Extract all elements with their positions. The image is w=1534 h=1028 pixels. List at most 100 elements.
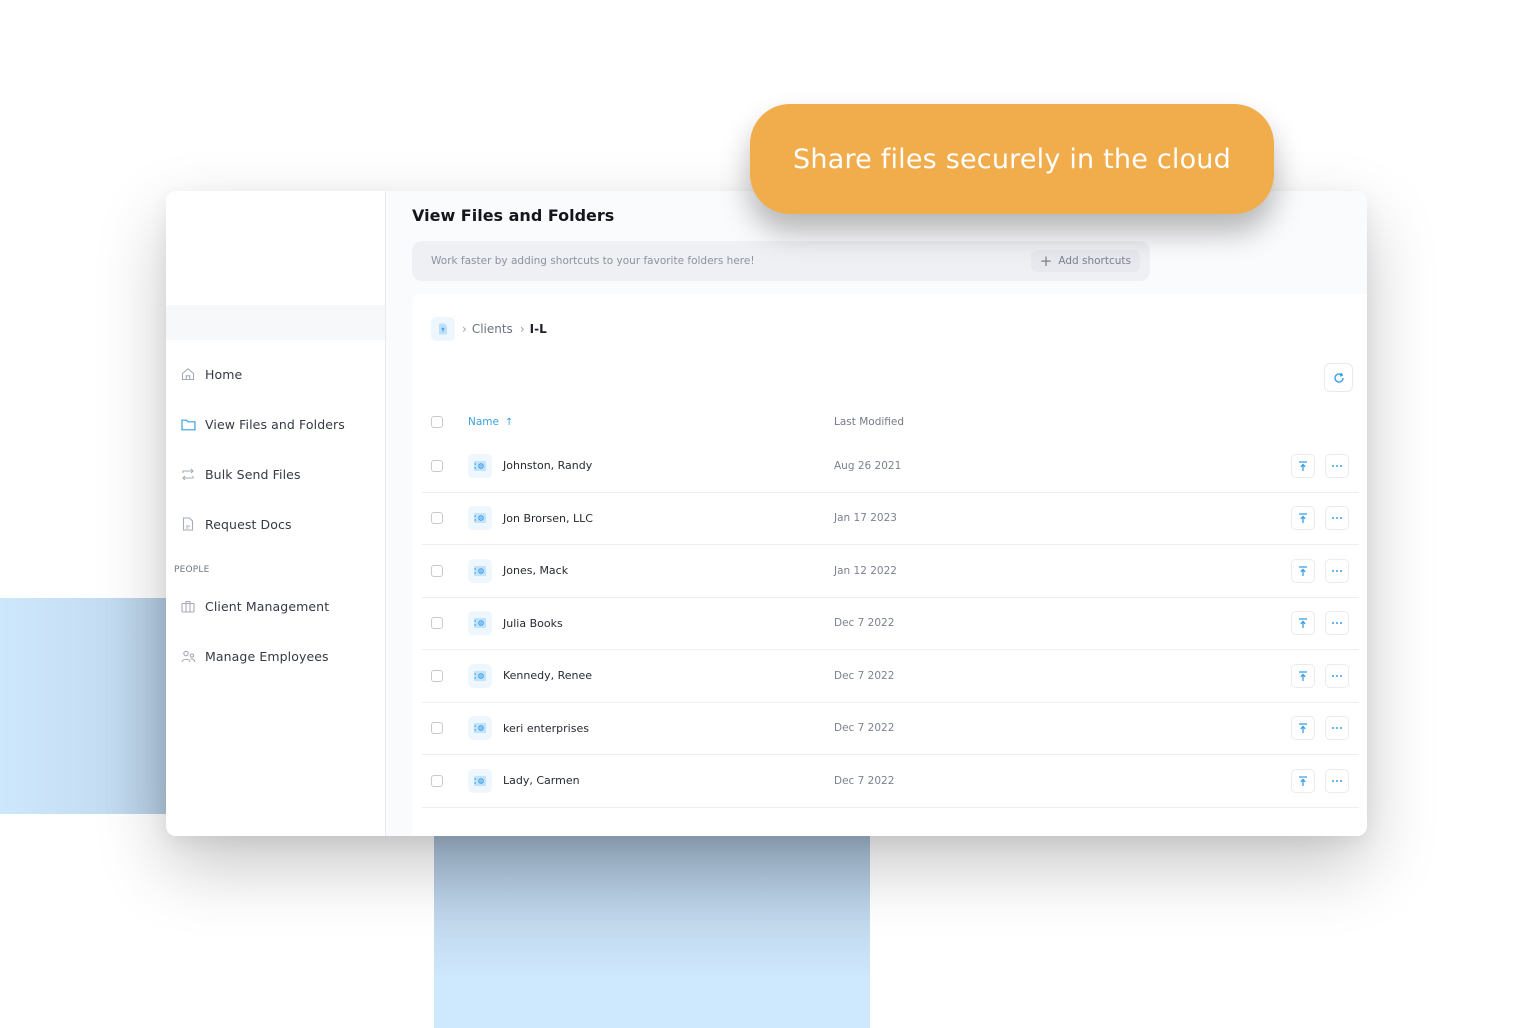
- more-options-button[interactable]: [1325, 768, 1349, 793]
- more-options-button[interactable]: [1325, 506, 1349, 531]
- sidebar: Home View Files and Folders Bulk Send Fi…: [166, 191, 386, 836]
- upload-icon: [1299, 671, 1307, 681]
- file-icon: [439, 323, 447, 335]
- main-content: View Files and Folders Work faster by ad…: [387, 191, 1367, 836]
- row-name[interactable]: Kennedy, Renee: [503, 669, 592, 682]
- sidebar-item-label: View Files and Folders: [205, 416, 345, 432]
- upload-icon: [1299, 461, 1307, 471]
- sidebar-item-bulk-send[interactable]: Bulk Send Files: [166, 457, 386, 491]
- row-last-modified: Dec 7 2022: [834, 722, 895, 735]
- upload-button[interactable]: [1291, 506, 1315, 531]
- upload-button[interactable]: [1291, 453, 1315, 478]
- sidebar-item-label: Manage Employees: [205, 648, 329, 664]
- plus-icon: +: [1039, 251, 1053, 270]
- users-icon: [180, 648, 196, 664]
- row-last-modified: Jan 17 2023: [834, 512, 897, 525]
- more-horizontal-icon: [1332, 779, 1342, 782]
- promo-banner: Share files securely in the cloud: [750, 104, 1274, 214]
- upload-button[interactable]: [1291, 716, 1315, 741]
- select-all-checkbox[interactable]: [431, 416, 443, 428]
- home-icon: [180, 366, 196, 382]
- folder-icon: [180, 416, 196, 432]
- more-horizontal-icon: [1332, 517, 1342, 520]
- sort-ascending-icon: ↑: [504, 416, 514, 428]
- upload-icon: [1299, 776, 1307, 786]
- row-name[interactable]: Lady, Carmen: [503, 774, 580, 787]
- add-shortcuts-button[interactable]: + Add shortcuts: [1030, 250, 1140, 272]
- row-checkbox[interactable]: [431, 722, 443, 735]
- row-last-modified: Dec 7 2022: [834, 669, 895, 682]
- client-folder-icon: [468, 611, 492, 636]
- add-shortcuts-label: Add shortcuts: [1058, 255, 1131, 267]
- sidebar-band: [166, 305, 385, 340]
- sidebar-item-client-management[interactable]: Client Management: [166, 589, 386, 623]
- table-header: Name ↑ Last Modified: [422, 404, 1359, 440]
- chevron-right-icon: ›: [519, 322, 525, 336]
- client-folder-icon: [468, 716, 492, 741]
- sidebar-item-label: Client Management: [205, 598, 330, 614]
- table-row[interactable]: Jon Brorsen, LLC Jan 17 2023: [422, 493, 1359, 545]
- row-checkbox[interactable]: [431, 774, 443, 787]
- row-last-modified: Jan 12 2022: [834, 564, 897, 577]
- more-options-button[interactable]: [1325, 611, 1349, 636]
- app-window: Home View Files and Folders Bulk Send Fi…: [166, 191, 1367, 836]
- table-row[interactable]: Lady, Carmen Dec 7 2022: [422, 755, 1359, 808]
- more-horizontal-icon: [1332, 727, 1342, 730]
- more-options-button[interactable]: [1325, 558, 1349, 583]
- sidebar-item-label: Request Docs: [205, 516, 292, 532]
- upload-icon: [1299, 618, 1307, 629]
- more-horizontal-icon: [1332, 674, 1342, 677]
- logo-area: [166, 191, 385, 305]
- more-options-button[interactable]: [1325, 663, 1349, 688]
- upload-button[interactable]: [1291, 663, 1315, 688]
- row-checkbox[interactable]: [431, 564, 443, 577]
- column-header-name[interactable]: Name ↑: [468, 416, 513, 428]
- files-table: Name ↑ Last Modified Johnston, Randy Aug…: [422, 404, 1359, 808]
- refresh-button[interactable]: [1324, 363, 1353, 392]
- breadcrumb-current: I-L: [529, 322, 547, 336]
- more-horizontal-icon: [1332, 622, 1342, 625]
- row-name[interactable]: keri enterprises: [503, 722, 589, 735]
- row-name[interactable]: Jones, Mack: [503, 564, 568, 577]
- upload-button[interactable]: [1291, 768, 1315, 793]
- row-name[interactable]: Jon Brorsen, LLC: [503, 512, 593, 525]
- files-panel: › Clients › I-L Name ↑ Last Modified Joh…: [412, 294, 1367, 836]
- more-options-button[interactable]: [1325, 453, 1349, 478]
- row-last-modified: Aug 26 2021: [834, 459, 902, 472]
- row-checkbox[interactable]: [431, 459, 443, 472]
- more-options-button[interactable]: [1325, 716, 1349, 741]
- table-row[interactable]: keri enterprises Dec 7 2022: [422, 703, 1359, 755]
- table-row[interactable]: Kennedy, Renee Dec 7 2022: [422, 650, 1359, 703]
- sidebar-item-home[interactable]: Home: [166, 357, 386, 391]
- client-folder-icon: [468, 768, 492, 793]
- breadcrumb-item-clients[interactable]: Clients: [472, 322, 513, 336]
- table-row[interactable]: Jones, Mack Jan 12 2022: [422, 545, 1359, 598]
- client-folder-icon: [468, 663, 492, 688]
- sidebar-item-view-files[interactable]: View Files and Folders: [166, 407, 386, 441]
- client-folder-icon: [468, 453, 492, 478]
- sidebar-item-request-docs[interactable]: Request Docs: [166, 507, 386, 541]
- upload-icon: [1299, 723, 1307, 734]
- shortcut-bar: Work faster by adding shortcuts to your …: [412, 241, 1150, 281]
- upload-button[interactable]: [1291, 611, 1315, 636]
- row-name[interactable]: Johnston, Randy: [503, 459, 592, 472]
- breadcrumb-root-button[interactable]: [431, 317, 455, 341]
- client-folder-icon: [468, 558, 492, 583]
- upload-button[interactable]: [1291, 558, 1315, 583]
- sidebar-item-label: Home: [205, 366, 243, 382]
- table-body: Johnston, Randy Aug 26 2021 Jon Brorsen,…: [422, 440, 1359, 808]
- shortcut-hint: Work faster by adding shortcuts to your …: [431, 255, 755, 267]
- column-header-last-modified[interactable]: Last Modified: [834, 416, 904, 428]
- upload-icon: [1299, 566, 1307, 576]
- row-checkbox[interactable]: [431, 617, 443, 630]
- promo-banner-text: Share files securely in the cloud: [793, 143, 1231, 175]
- sidebar-item-manage-employees[interactable]: Manage Employees: [166, 639, 386, 673]
- table-row[interactable]: Johnston, Randy Aug 26 2021: [422, 440, 1359, 493]
- upload-icon: [1299, 513, 1307, 524]
- refresh-icon: [1333, 372, 1344, 383]
- row-checkbox[interactable]: [431, 669, 443, 682]
- more-horizontal-icon: [1332, 464, 1342, 467]
- table-row[interactable]: Julia Books Dec 7 2022: [422, 598, 1359, 650]
- row-checkbox[interactable]: [431, 512, 443, 525]
- row-name[interactable]: Julia Books: [503, 617, 563, 630]
